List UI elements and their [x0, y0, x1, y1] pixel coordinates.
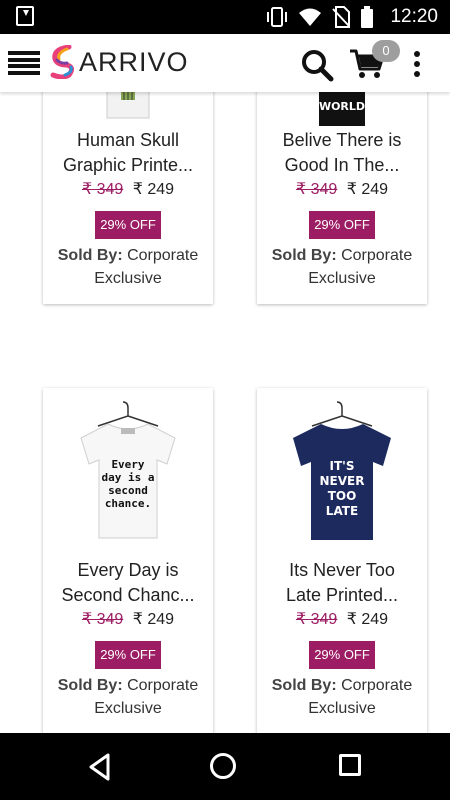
original-price: ₹ 349: [81, 181, 124, 198]
product-title[interactable]: Its Never Too Late Printed...: [257, 558, 427, 608]
tshirt-image-icon: IT'S NEVER TOO LATE: [293, 401, 391, 540]
discount-badge: 29% OFF: [309, 641, 375, 669]
product-title-line: Its Never Too: [289, 560, 395, 580]
tshirt-image-icon: WORLD: [319, 92, 365, 126]
seller-name-cont: Exclusive: [94, 700, 162, 717]
product-card[interactable]: IT'S NEVER TOO LATE Its Never Too Late P…: [257, 388, 427, 733]
shirt-print-text: TOO: [328, 489, 357, 503]
home-icon[interactable]: [210, 753, 236, 779]
sold-by-label: Sold By:: [57, 247, 123, 264]
discount-badge: 29% OFF: [309, 211, 375, 239]
arrivo-logo: ARRIVO: [49, 44, 189, 80]
wifi-icon: [299, 8, 322, 26]
seller-name: Corporate: [127, 677, 199, 694]
back-icon[interactable]: [88, 753, 112, 781]
seller-info: Sold By: Corporate Exclusive: [257, 244, 427, 304]
product-title[interactable]: Every Day is Second Chanc...: [43, 558, 213, 608]
product-title-line: Human Skull: [76, 130, 180, 150]
vibrate-icon: [267, 7, 288, 27]
product-title[interactable]: Belive There is Good In The...: [257, 128, 427, 178]
product-image[interactable]: Every day is a second chance.: [43, 388, 213, 558]
logo-text: ARRIVO: [79, 46, 189, 77]
product-image[interactable]: IT'S NEVER TOO LATE: [257, 388, 427, 558]
original-price: ₹ 349: [81, 611, 124, 628]
original-price: ₹ 349: [295, 611, 338, 628]
tshirt-image-icon: [106, 92, 150, 119]
price-row: ₹ 349 ₹ 249: [257, 609, 427, 629]
sold-by-label: Sold By:: [271, 247, 337, 264]
product-title-line: Every Day is: [77, 560, 179, 580]
sale-price: ₹ 249: [132, 611, 175, 628]
seller-name-cont: Exclusive: [94, 270, 162, 287]
clock: 12:20: [390, 6, 438, 27]
status-bar: 12:20: [0, 0, 450, 34]
battery-icon: [361, 6, 374, 28]
shirt-print-text: Every: [111, 458, 144, 471]
shirt-print-text: LATE: [326, 504, 358, 518]
original-price: ₹ 349: [295, 181, 338, 198]
price-row: ₹ 349 ₹ 249: [43, 179, 213, 199]
download-notification-icon: [16, 6, 34, 26]
tshirt-image-icon: Every day is a second chance.: [80, 401, 176, 539]
shirt-print-text: WORLD: [319, 100, 365, 113]
recents-icon[interactable]: [339, 754, 361, 776]
seller-info: Sold By: Corporate Exclusive: [43, 674, 213, 733]
search-icon[interactable]: [300, 48, 334, 82]
seller-name: Corporate: [341, 677, 413, 694]
product-title-line: Good In The...: [284, 155, 400, 175]
product-title[interactable]: Human Skull Graphic Printe...: [43, 128, 213, 178]
seller-name: Corporate: [127, 247, 199, 264]
menu-icon[interactable]: [8, 51, 40, 75]
cart-count-badge: 0: [372, 40, 400, 62]
product-title-line: Second Chanc...: [61, 585, 195, 605]
shirt-print-text: IT'S: [330, 459, 355, 473]
app-bar: ARRIVO 0: [0, 34, 450, 92]
product-card[interactable]: Every day is a second chance. Every Day …: [43, 388, 213, 733]
price-row: ₹ 349 ₹ 249: [257, 179, 427, 199]
discount-badge: 29% OFF: [95, 211, 161, 239]
shirt-print-text: second: [108, 484, 148, 497]
sold-by-label: Sold By:: [271, 677, 337, 694]
system-nav-bar: [0, 733, 450, 800]
overflow-menu-icon[interactable]: [413, 51, 421, 77]
no-sim-icon: [332, 6, 351, 28]
seller-info: Sold By: Corporate Exclusive: [257, 674, 427, 733]
seller-name-cont: Exclusive: [308, 270, 376, 287]
logo-mark-icon: [50, 45, 75, 79]
seller-info: Sold By: Corporate Exclusive: [43, 244, 213, 304]
product-grid: Human Skull Graphic Printe... ₹ 349 ₹ 24…: [0, 92, 450, 733]
status-icons: 12:20: [266, 0, 438, 34]
shirt-print-text: NEVER: [320, 474, 365, 488]
sale-price: ₹ 249: [346, 181, 389, 198]
price-row: ₹ 349 ₹ 249: [43, 609, 213, 629]
product-title-line: Belive There is: [282, 130, 402, 150]
sale-price: ₹ 249: [346, 611, 389, 628]
seller-name: Corporate: [341, 247, 413, 264]
seller-name-cont: Exclusive: [308, 700, 376, 717]
discount-badge: 29% OFF: [95, 641, 161, 669]
product-card[interactable]: WORLD Belive There is Good In The... ₹ 3…: [257, 92, 427, 304]
screen: 12:20 ARRIVO 0 Human Skull Graphic Print…: [0, 0, 450, 800]
product-image[interactable]: WORLD: [257, 92, 427, 128]
shirt-print-text: day is a: [102, 471, 155, 484]
sale-price: ₹ 249: [132, 181, 175, 198]
sold-by-label: Sold By:: [57, 677, 123, 694]
product-title-line: Graphic Printe...: [62, 155, 194, 175]
shirt-print-text: chance.: [105, 497, 151, 510]
product-title-line: Late Printed...: [285, 585, 399, 605]
product-card[interactable]: Human Skull Graphic Printe... ₹ 349 ₹ 24…: [43, 92, 213, 304]
product-image[interactable]: [43, 92, 213, 128]
